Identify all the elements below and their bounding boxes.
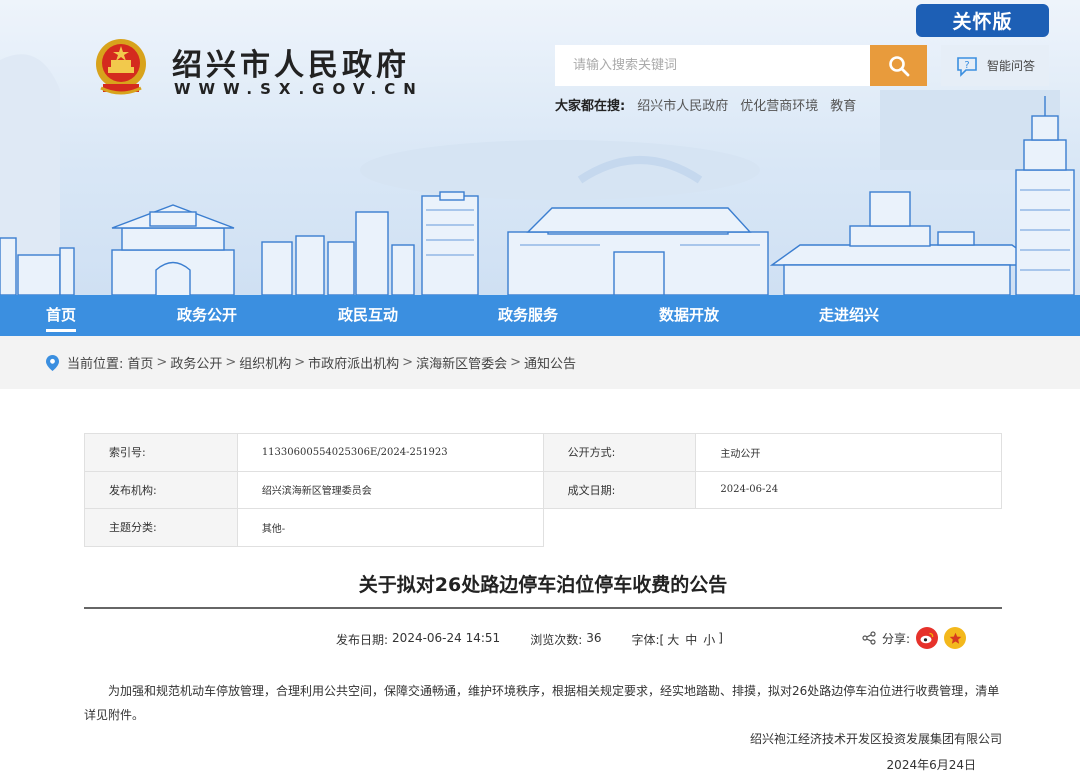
breadcrumb-link[interactable]: 首页 (127, 353, 153, 372)
breadcrumb-bar: 当前位置: 首页 > 政务公开 > 组织机构 > 市政府派出机构 > 滨海新区管… (0, 336, 1080, 389)
site-name: 绍兴市人民政府 (172, 48, 410, 83)
publish-date-label: 发布日期: (336, 633, 389, 647)
font-size-medium[interactable]: 中 (685, 631, 697, 648)
topic-value: 其他- (236, 508, 544, 547)
view-count: 36 (586, 631, 602, 645)
nav-item-interaction[interactable]: 政民互动 (338, 295, 398, 336)
written-date-value: 2024-06-24 (695, 470, 1002, 510)
open-method-value: 主动公开 (695, 433, 1002, 472)
favorite-share-button[interactable] (944, 627, 967, 649)
breadcrumb-separator: > (510, 355, 521, 370)
share-bar: 分享: (862, 627, 967, 649)
empty-cell (543, 509, 696, 547)
hot-search-label: 大家都在搜: (555, 99, 626, 114)
svg-text:?: ? (964, 60, 969, 71)
breadcrumb-label: 当前位置: (67, 357, 124, 372)
written-date-key: 成文日期: (542, 470, 697, 510)
search-icon (888, 55, 909, 76)
smart-qa-button[interactable]: ? 智能问答 (941, 45, 1049, 86)
weibo-icon (920, 632, 934, 644)
breadcrumb-link[interactable]: 通知公告 (524, 353, 576, 372)
font-size-small[interactable]: 小 (703, 631, 715, 648)
breadcrumb-separator: > (225, 355, 237, 370)
font-size-bracket: ] (718, 631, 723, 645)
view-count-label: 浏览次数: (530, 633, 583, 647)
hot-search-link[interactable]: 绍兴市人民政府 (637, 95, 728, 114)
empty-cell (696, 509, 1002, 547)
share-label: 分享: (882, 631, 911, 646)
document-info-table: 索引号: 11330600554025306E/2024-251923 公开方式… (84, 433, 1002, 547)
table-row: 索引号: 11330600554025306E/2024-251923 公开方式… (84, 433, 1002, 472)
breadcrumb-link[interactable]: 组织机构 (239, 353, 291, 372)
nav-item-services[interactable]: 政务服务 (498, 295, 558, 336)
search-input[interactable] (555, 45, 870, 86)
topic-key: 主题分类: (84, 508, 238, 547)
table-row: 主题分类: 其他- (84, 508, 1002, 547)
hot-search-link[interactable]: 优化营商环境 (740, 95, 818, 114)
publisher-key: 发布机构: (84, 470, 238, 510)
font-size-large[interactable]: 大 (667, 631, 679, 648)
open-method-key: 公开方式: (542, 433, 697, 472)
breadcrumb-separator: > (294, 355, 306, 370)
location-pin-icon (46, 354, 59, 371)
main-nav: 首页 政务公开 政民互动 政务服务 数据开放 走进绍兴 (0, 295, 1080, 336)
article-body: 为加强和规范机动车停放管理，合理利用公共空间，保障交通畅通，维护环境秩序，根据相… (84, 684, 1000, 722)
hot-searches: 大家都在搜: 绍兴市人民政府 优化营商环境 教育 (555, 95, 856, 114)
hot-search-link[interactable]: 教育 (830, 95, 856, 114)
breadcrumb: 当前位置: 首页 > 政务公开 > 组织机构 > 市政府派出机构 > 滨海新区管… (46, 336, 576, 389)
breadcrumb-link[interactable]: 市政府派出机构 (308, 353, 399, 372)
index-value: 11330600554025306E/2024-251923 (236, 433, 544, 472)
article-signature: 绍兴袍江经济技术开发区投资发展集团有限公司 (749, 732, 1002, 746)
share-icon (862, 631, 876, 645)
site-header: 关怀版 绍兴市人民政府 WWW.SX.GOV.CN ? 智能问答 大家都在搜: … (0, 0, 1080, 295)
breadcrumb-separator: > (156, 355, 168, 370)
article-title: 关于拟对26处路边停车泊位停车收费的公告 (358, 574, 728, 596)
index-key: 索引号: (84, 433, 238, 472)
publish-date: 2024-06-24 14:51 (392, 631, 501, 645)
chat-bubble-icon: ? (957, 56, 977, 77)
table-row: 发布机构: 绍兴滨海新区管理委员会 成文日期: 2024-06-24 (84, 470, 1002, 510)
breadcrumb-link[interactable]: 滨海新区管委会 (416, 353, 507, 372)
article-sign-date: 2024年6月24日 (886, 758, 976, 772)
nav-item-gov-open[interactable]: 政务公开 (177, 295, 237, 336)
care-mode-button[interactable]: 关怀版 (916, 4, 1049, 37)
publisher-value: 绍兴滨海新区管理委员会 (236, 470, 544, 510)
breadcrumb-link[interactable]: 政务公开 (170, 353, 222, 372)
font-size-label: 字体:[ (631, 633, 665, 647)
national-emblem-logo (96, 39, 146, 95)
site-url: WWW.SX.GOV.CN (174, 80, 424, 98)
star-icon (949, 632, 961, 644)
title-divider (84, 607, 1002, 609)
nav-item-home[interactable]: 首页 (46, 295, 77, 336)
smart-qa-label: 智能问答 (986, 59, 1035, 73)
nav-item-about-shaoxing[interactable]: 走进绍兴 (819, 295, 879, 336)
weibo-share-button[interactable] (916, 627, 939, 649)
search-button[interactable] (870, 45, 927, 86)
breadcrumb-separator: > (402, 355, 414, 370)
nav-item-data-open[interactable]: 数据开放 (659, 295, 719, 336)
article-meta: 发布日期: 2024-06-24 14:51 浏览次数: 36 字体:[ 大 中… (336, 631, 723, 648)
